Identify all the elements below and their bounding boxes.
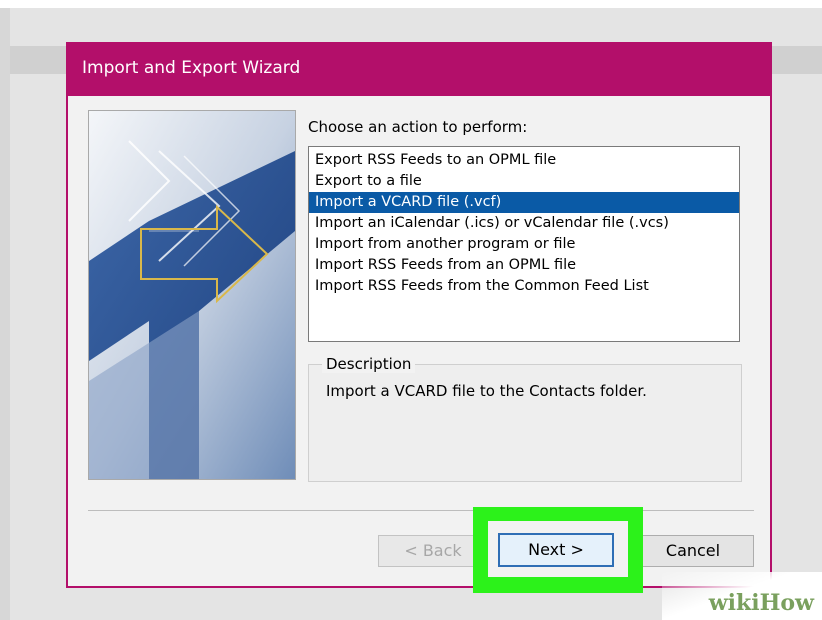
description-label: Description: [322, 355, 416, 373]
list-item-export-to-file[interactable]: Export to a file: [309, 171, 739, 192]
next-button[interactable]: Next >: [498, 533, 614, 567]
list-item-import-from-program[interactable]: Import from another program or file: [309, 234, 739, 255]
list-item-import-icalendar[interactable]: Import an iCalendar (.ics) or vCalendar …: [309, 213, 739, 234]
watermark-text: wikiHow: [708, 590, 814, 616]
description-text: Import a VCARD file to the Contacts fold…: [326, 382, 647, 400]
back-button[interactable]: < Back: [378, 535, 488, 567]
list-item-export-rss-opml[interactable]: Export RSS Feeds to an OPML file: [309, 150, 739, 171]
list-item-import-vcard[interactable]: Import a VCARD file (.vcf): [309, 192, 739, 213]
wikihow-watermark: wikiHow: [662, 572, 822, 620]
wizard-illustration: [88, 110, 296, 480]
list-item-import-rss-common-feed[interactable]: Import RSS Feeds from the Common Feed Li…: [309, 276, 739, 297]
separator: [88, 510, 754, 511]
list-item-import-rss-opml[interactable]: Import RSS Feeds from an OPML file: [309, 255, 739, 276]
action-listbox[interactable]: Export RSS Feeds to an OPML file Export …: [308, 146, 740, 342]
cancel-button[interactable]: Cancel: [632, 535, 754, 567]
import-export-wizard-dialog: Import and Export Wizard Choose an actio…: [66, 42, 772, 588]
dialog-title: Import and Export Wizard: [82, 58, 301, 78]
top-band: [0, 0, 822, 8]
choose-action-label: Choose an action to perform:: [308, 118, 528, 136]
title-bar: Import and Export Wizard: [68, 44, 770, 96]
